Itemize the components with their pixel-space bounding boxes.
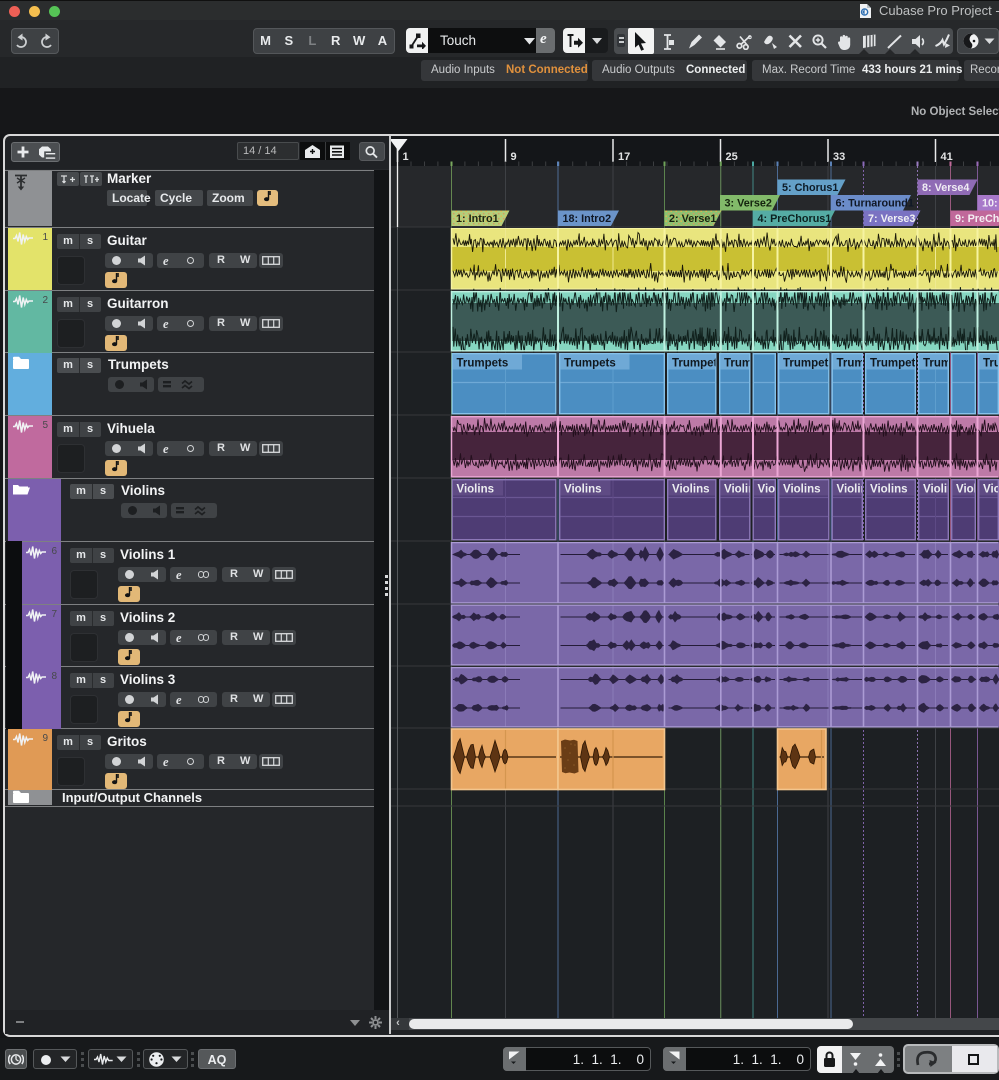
svg-text:Violins: Violins <box>457 484 495 496</box>
svg-text:Trumpets: Trumpets <box>564 358 616 370</box>
svg-text:Violins: Violins <box>672 484 710 496</box>
svg-text:6: Turnaround1: 6: Turnaround1 <box>836 198 914 210</box>
svg-text:9: PreChorus2: 9: PreChorus2 <box>955 213 999 225</box>
svg-text:5: Chorus1: 5: Chorus1 <box>782 182 838 194</box>
svg-text:Violins: Violins <box>564 484 602 496</box>
svg-text:4: PreChorus1: 4: PreChorus1 <box>758 213 832 225</box>
svg-text:18: Intro2: 18: Intro2 <box>563 213 612 225</box>
svg-text:Trumpets: Trumpets <box>983 358 999 370</box>
svg-text:1: Intro1: 1: Intro1 <box>456 213 499 225</box>
svg-text:1: 1 <box>403 151 409 163</box>
svg-text:Trumpets: Trumpets <box>870 358 922 370</box>
svg-text:41: 41 <box>941 151 953 163</box>
svg-text:33: 33 <box>833 151 845 163</box>
svg-text:Trumpets: Trumpets <box>783 358 835 370</box>
svg-text:10: Chorus2: 10: Chorus2 <box>982 198 999 210</box>
svg-text:Violins: Violins <box>783 484 821 496</box>
svg-text:9: 9 <box>511 151 517 163</box>
svg-text:Violins: Violins <box>870 484 908 496</box>
svg-text:Trumpets: Trumpets <box>457 358 509 370</box>
svg-text:Violins: Violins <box>983 484 999 496</box>
svg-text:8: Verse4: 8: Verse4 <box>922 182 969 194</box>
svg-text:25: 25 <box>726 151 738 163</box>
svg-text:7: Verse3: 7: Verse3 <box>868 213 915 225</box>
svg-text:17: 17 <box>618 151 630 163</box>
svg-text:3: Verse2: 3: Verse2 <box>725 198 772 210</box>
svg-text:2: Verse1: 2: Verse1 <box>669 213 716 225</box>
